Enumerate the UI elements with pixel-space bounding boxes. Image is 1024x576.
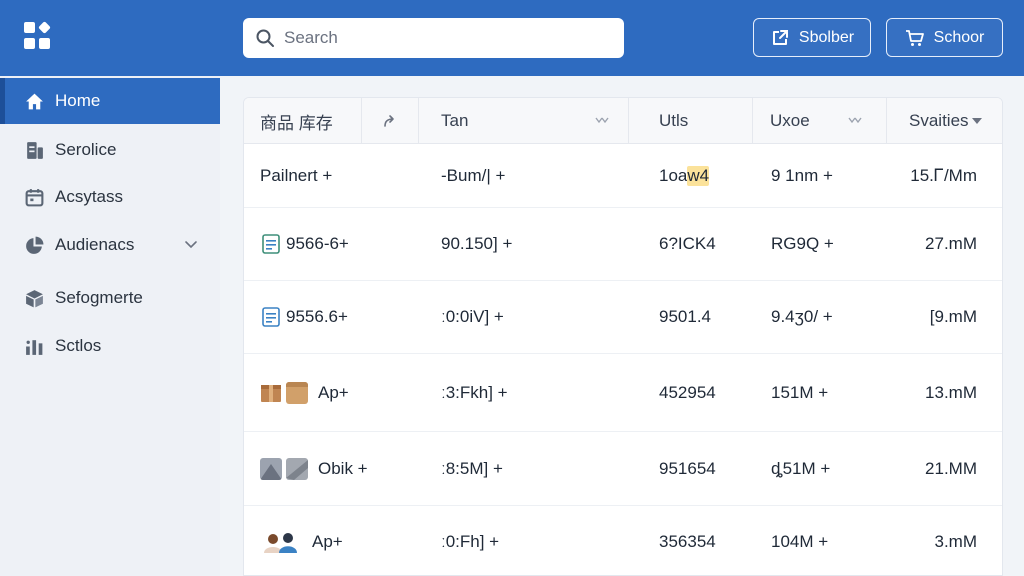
- sidebar-item-label: Sefogmerte: [55, 288, 143, 307]
- sidebar-item-serolice[interactable]: Serolice: [0, 127, 220, 173]
- tan-cell: ː0:Fh] +: [441, 531, 500, 551]
- document-thumb-icon: [262, 307, 280, 327]
- sidebar-item-label: Sctlos: [55, 336, 102, 355]
- sidebar-item-label: Home: [55, 91, 101, 110]
- sort-icon[interactable]: [595, 115, 609, 127]
- caret-down-icon[interactable]: [971, 116, 983, 126]
- utls-cell: 452954: [659, 382, 716, 402]
- column-header-utls[interactable]: Utls: [629, 98, 753, 144]
- sidebar-item-audienacs[interactable]: Audienacs: [0, 222, 220, 268]
- data-table: 商品 库存 Tan Utls Uxoe Svaities Pailnert + …: [243, 97, 1003, 576]
- table-row[interactable]: 9556.6+ ː0:0iV] + 9501.4 9.4ʒ0/ + [9.mM: [244, 281, 1002, 354]
- box-thumb-icon: [261, 384, 281, 402]
- sidebar-item-sctlos[interactable]: Sctlos: [0, 323, 220, 369]
- cart-button-label: Schoor: [933, 28, 985, 46]
- product-cell: 9556.6+: [260, 281, 348, 353]
- product-name: Obik +: [318, 458, 368, 478]
- column-header-action[interactable]: [362, 98, 419, 144]
- svaities-cell: 27.mM: [925, 234, 977, 253]
- share-arrow-icon: [384, 115, 394, 127]
- sort-icon[interactable]: [848, 115, 862, 127]
- column-header-uxoe[interactable]: Uxoe: [753, 98, 887, 144]
- tan-cell: ː8:5M] +: [441, 458, 503, 478]
- uxoe-cell: ȡ51M +: [771, 458, 831, 478]
- utls-cell: 1oa w4: [659, 144, 710, 207]
- sidebar-item-label: Serolice: [55, 140, 117, 159]
- product-cell: Ap+: [260, 506, 343, 575]
- product-name: Ap+: [318, 382, 349, 402]
- sidebar-item-sefogmerte[interactable]: Sefogmerte: [0, 275, 220, 321]
- tan-cell: 90.150] +: [441, 234, 513, 253]
- utls-cell: 356354: [659, 531, 716, 551]
- column-header-label: Tan: [441, 111, 469, 130]
- tan-cell: ː3:Fkh] +: [441, 382, 508, 402]
- image-thumb-icon: [286, 457, 308, 480]
- utls-cell: 951654: [659, 458, 716, 478]
- search-icon: [256, 29, 274, 47]
- uxoe-cell: 104M +: [771, 531, 829, 551]
- document-icon: [26, 141, 43, 159]
- highlight-badge: w4: [687, 165, 710, 186]
- svaities-cell: 15.Ꮁ/Mm: [910, 165, 977, 185]
- product-cell: Pailnert +: [260, 165, 333, 185]
- column-header-tan[interactable]: Tan: [419, 98, 629, 144]
- cart-button[interactable]: Schoor: [886, 18, 1003, 57]
- document-thumb-icon: [262, 234, 280, 254]
- column-header-product[interactable]: 商品 库存: [244, 98, 362, 144]
- search-box[interactable]: [243, 18, 624, 58]
- export-icon: [772, 29, 788, 45]
- sidebar-item-label: Audienacs: [55, 235, 135, 254]
- table-row[interactable]: Obik + ː8:5M] + 951654 ȡ51M + 21.MM: [244, 432, 1002, 506]
- app-logo-icon[interactable]: [24, 21, 52, 50]
- export-button[interactable]: Sbolber: [753, 18, 871, 57]
- svaities-cell: 3.mM: [934, 531, 978, 551]
- uxoe-cell: 9 1nm +: [771, 165, 833, 185]
- product-name: 9556.6+: [286, 307, 348, 326]
- tan-cell: -Bum/| +: [441, 165, 506, 185]
- column-header-label: Svaities: [909, 111, 969, 130]
- box-thumb-icon: [286, 381, 308, 404]
- box-icon: [25, 289, 43, 307]
- product-name: Ap+: [312, 531, 343, 551]
- column-header-label: Utls: [659, 111, 689, 130]
- table-header: 商品 库存 Tan Utls Uxoe Svaities: [244, 98, 1002, 144]
- chevron-down-icon[interactable]: [183, 236, 199, 252]
- svaities-cell: [9.mM: [929, 307, 977, 326]
- cart-icon: [905, 29, 924, 46]
- product-cell: 9566-6+: [260, 208, 349, 280]
- search-input[interactable]: [284, 28, 604, 48]
- bar-chart-icon: [25, 339, 42, 355]
- product-cell: Obik +: [260, 432, 368, 505]
- utls-cell: 9501.4: [659, 307, 711, 326]
- utls-value: 1oa: [659, 165, 688, 185]
- utls-cell: 6?ICK4: [659, 234, 716, 253]
- svaities-cell: 13.mM: [925, 382, 977, 402]
- tan-cell: ː0:0iV] +: [441, 307, 504, 326]
- column-header-label: 商品 库存: [260, 113, 333, 133]
- calendar-icon: [25, 188, 43, 206]
- table-row[interactable]: Ap+ ː0:Fh] + 356354 104M + 3.mM: [244, 506, 1002, 575]
- sidebar-item-acsytass[interactable]: Acsytass: [0, 174, 220, 220]
- product-cell: Ap+: [260, 354, 349, 431]
- pie-chart-icon: [25, 236, 43, 254]
- sidebar-item-home[interactable]: Home: [0, 78, 220, 124]
- people-thumb-icon: [264, 532, 297, 553]
- column-header-svaities[interactable]: Svaities: [887, 98, 1002, 144]
- svaities-cell: 21.MM: [925, 458, 977, 478]
- top-bar: Sbolber Schoor: [0, 0, 1024, 76]
- product-name: 9566-6+: [286, 234, 349, 253]
- column-header-label: Uxoe: [770, 111, 810, 130]
- table-row[interactable]: Pailnert + -Bum/| + 1oa w4 9 1nm + 15.Ꮁ/M…: [244, 144, 1002, 208]
- sidebar-item-label: Acsytass: [55, 187, 124, 206]
- table-row[interactable]: 9566-6+ 90.150] + 6?ICK4 RG9Q + 27.mM: [244, 208, 1002, 281]
- sidebar: Home Serolice Acsytass Audienacs Sefogme…: [0, 76, 220, 576]
- image-thumb-icon: [260, 457, 282, 480]
- uxoe-cell: 151M +: [771, 382, 829, 402]
- uxoe-cell: RG9Q +: [771, 234, 834, 253]
- export-button-label: Sbolber: [798, 28, 855, 46]
- table-row[interactable]: Ap+ ː3:Fkh] + 452954 151M + 13.mM: [244, 354, 1002, 432]
- uxoe-cell: 9.4ʒ0/ +: [771, 307, 833, 326]
- home-icon: [25, 93, 43, 109]
